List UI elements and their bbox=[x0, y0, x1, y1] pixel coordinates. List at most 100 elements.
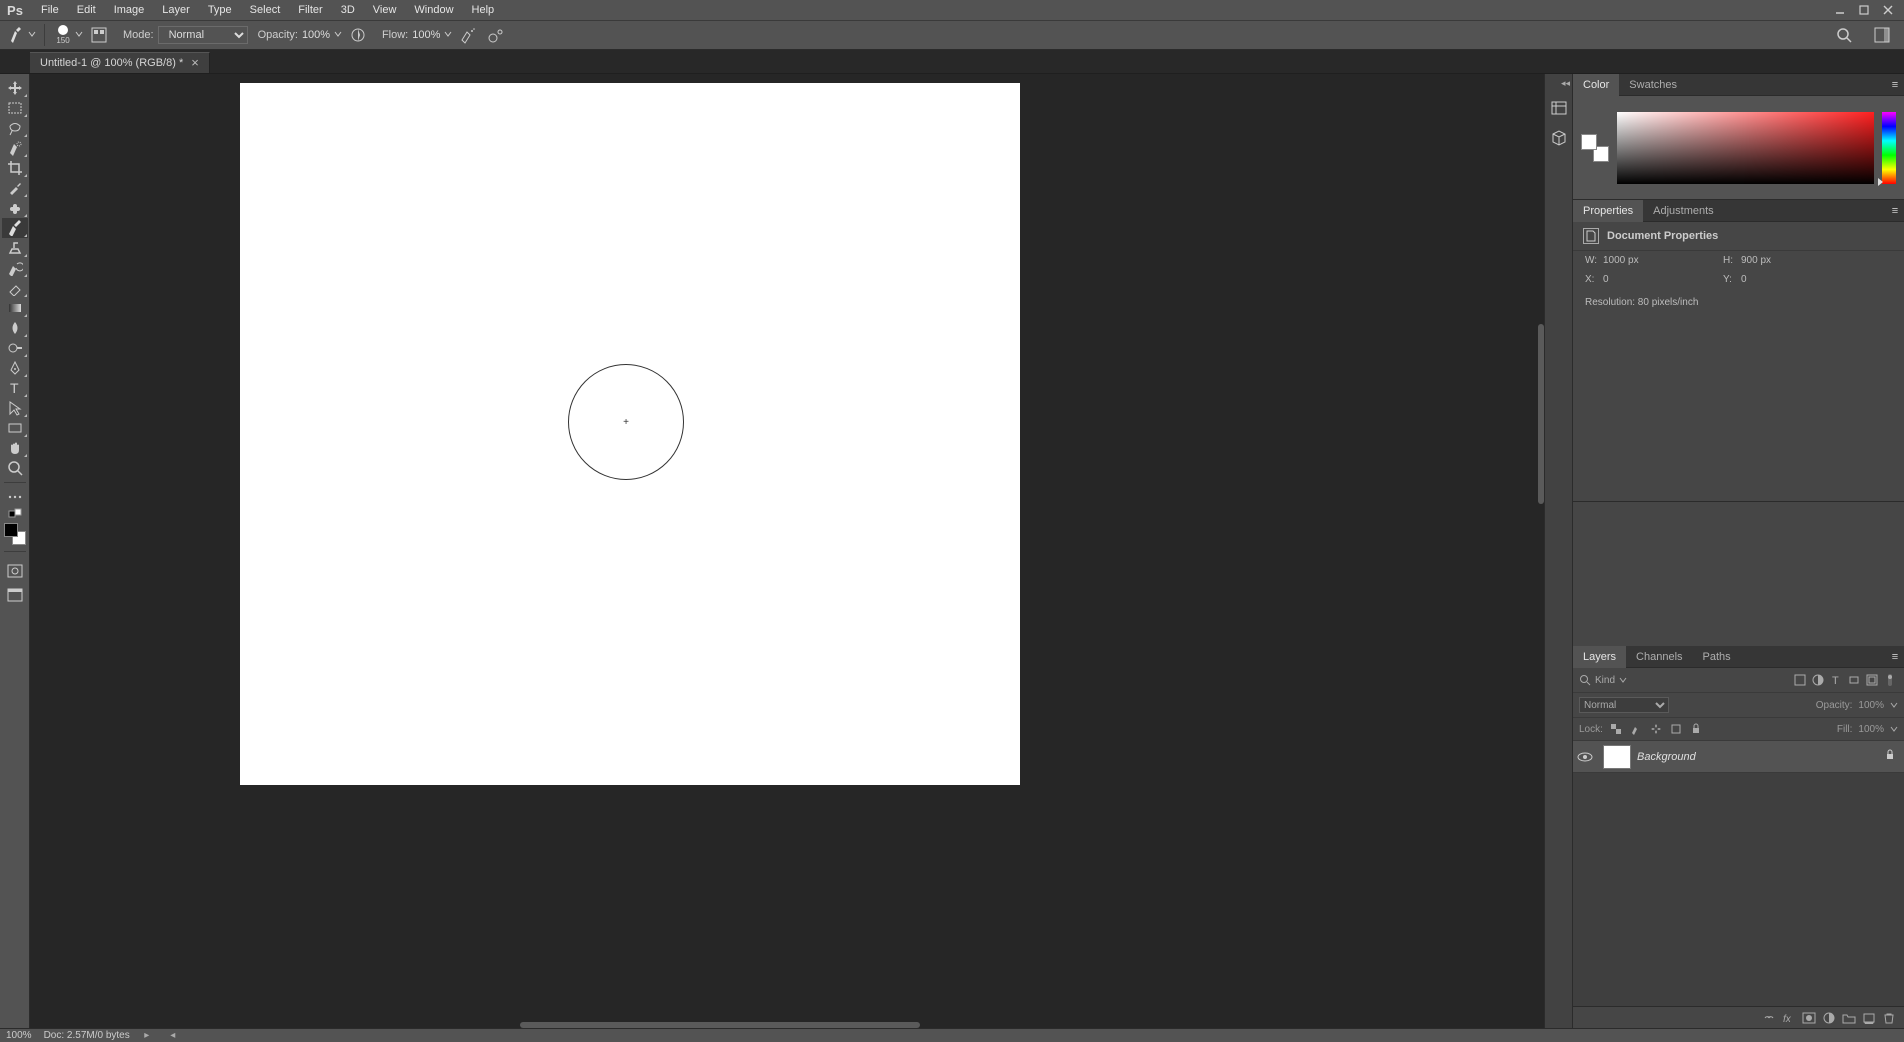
layer-blend-mode-select[interactable]: Normal bbox=[1579, 697, 1669, 713]
rectangular-marquee-tool[interactable] bbox=[2, 98, 28, 118]
new-layer-icon[interactable] bbox=[1860, 1009, 1878, 1027]
layer-opacity-value[interactable]: 100% bbox=[1858, 700, 1884, 711]
layer-row[interactable]: Background bbox=[1573, 741, 1904, 773]
menu-file[interactable]: File bbox=[32, 0, 68, 21]
brush-preset-picker[interactable]: 150 bbox=[51, 23, 75, 47]
menu-view[interactable]: View bbox=[364, 0, 406, 21]
layer-thumbnail[interactable] bbox=[1603, 745, 1631, 769]
status-menu-icon[interactable]: ▸ bbox=[142, 1030, 152, 1041]
dodge-tool[interactable] bbox=[2, 338, 28, 358]
x-value[interactable]: 0 bbox=[1603, 274, 1723, 285]
history-panel-icon[interactable] bbox=[1548, 97, 1570, 119]
pressure-size-icon[interactable] bbox=[486, 25, 506, 45]
default-colors-icon[interactable] bbox=[2, 507, 28, 519]
lock-position-icon[interactable] bbox=[1649, 722, 1663, 736]
canvas-area[interactable] bbox=[30, 74, 1544, 1028]
tab-adjustments[interactable]: Adjustments bbox=[1643, 200, 1724, 222]
hand-tool[interactable] bbox=[2, 438, 28, 458]
menu-layer[interactable]: Layer bbox=[153, 0, 199, 21]
clone-stamp-tool[interactable] bbox=[2, 238, 28, 258]
menu-type[interactable]: Type bbox=[199, 0, 241, 21]
pressure-opacity-icon[interactable] bbox=[348, 25, 368, 45]
opacity-value[interactable]: 100% bbox=[302, 29, 334, 41]
scroll-left-icon[interactable]: ◂ bbox=[168, 1030, 178, 1041]
foreground-background-colors[interactable] bbox=[2, 521, 28, 547]
tab-swatches[interactable]: Swatches bbox=[1619, 74, 1687, 96]
doc-size[interactable]: Doc: 2.57M/0 bytes bbox=[44, 1030, 130, 1041]
move-tool[interactable] bbox=[2, 78, 28, 98]
brush-panel-toggle-icon[interactable] bbox=[89, 25, 109, 45]
panel-menu-icon[interactable]: ≡ bbox=[1886, 79, 1904, 91]
color-field[interactable] bbox=[1617, 112, 1874, 184]
brush-tool[interactable] bbox=[2, 218, 28, 238]
menu-edit[interactable]: Edit bbox=[68, 0, 105, 21]
width-value[interactable]: 1000 px bbox=[1603, 255, 1723, 266]
menu-image[interactable]: Image bbox=[105, 0, 154, 21]
libraries-panel-icon[interactable] bbox=[1548, 127, 1570, 149]
layer-style-icon[interactable]: fx bbox=[1780, 1009, 1798, 1027]
layer-lock-icon[interactable] bbox=[1884, 749, 1896, 764]
airbrush-icon[interactable] bbox=[458, 25, 478, 45]
quick-mask-icon[interactable] bbox=[4, 562, 26, 580]
lock-all-icon[interactable] bbox=[1689, 722, 1703, 736]
lock-artboard-icon[interactable] bbox=[1669, 722, 1683, 736]
filter-type-icon[interactable]: T bbox=[1828, 672, 1844, 688]
window-minimize-icon[interactable] bbox=[1828, 0, 1852, 21]
layer-visibility-icon[interactable] bbox=[1573, 751, 1597, 763]
fill-value[interactable]: 100% bbox=[1858, 724, 1884, 735]
menu-3d[interactable]: 3D bbox=[332, 0, 364, 21]
filter-pixel-icon[interactable] bbox=[1792, 672, 1808, 688]
tab-paths[interactable]: Paths bbox=[1693, 646, 1741, 668]
window-maximize-icon[interactable] bbox=[1852, 0, 1876, 21]
panel-menu-icon[interactable]: ≡ bbox=[1886, 651, 1904, 663]
color-foreground-background[interactable] bbox=[1581, 134, 1609, 162]
link-layers-icon[interactable] bbox=[1760, 1009, 1778, 1027]
delete-layer-icon[interactable] bbox=[1880, 1009, 1898, 1027]
chevron-down-icon[interactable] bbox=[1890, 725, 1898, 733]
lock-transparency-icon[interactable] bbox=[1609, 722, 1623, 736]
tab-properties[interactable]: Properties bbox=[1573, 200, 1643, 222]
tool-preset-picker[interactable] bbox=[8, 26, 38, 44]
spot-healing-tool[interactable] bbox=[2, 198, 28, 218]
tab-color[interactable]: Color bbox=[1573, 74, 1619, 96]
layer-filter-kind[interactable]: Kind bbox=[1579, 674, 1627, 686]
filter-adjustment-icon[interactable] bbox=[1810, 672, 1826, 688]
y-value[interactable]: 0 bbox=[1741, 274, 1861, 285]
history-brush-tool[interactable] bbox=[2, 258, 28, 278]
screen-mode-icon[interactable] bbox=[4, 586, 26, 604]
menu-help[interactable]: Help bbox=[463, 0, 504, 21]
lock-image-icon[interactable] bbox=[1629, 722, 1643, 736]
filter-toggle-icon[interactable] bbox=[1882, 672, 1898, 688]
add-mask-icon[interactable] bbox=[1800, 1009, 1818, 1027]
tab-channels[interactable]: Channels bbox=[1626, 646, 1692, 668]
edit-toolbar-icon[interactable] bbox=[2, 487, 28, 507]
lasso-tool[interactable] bbox=[2, 118, 28, 138]
new-adjustment-layer-icon[interactable] bbox=[1820, 1009, 1838, 1027]
tab-layers[interactable]: Layers bbox=[1573, 646, 1626, 668]
path-selection-tool[interactable] bbox=[2, 398, 28, 418]
crop-tool[interactable] bbox=[2, 158, 28, 178]
blur-tool[interactable] bbox=[2, 318, 28, 338]
filter-smart-icon[interactable] bbox=[1864, 672, 1880, 688]
expand-panels-icon[interactable]: ◂◂ bbox=[1561, 78, 1572, 89]
menu-select[interactable]: Select bbox=[241, 0, 290, 21]
rectangle-tool[interactable] bbox=[2, 418, 28, 438]
filter-shape-icon[interactable] bbox=[1846, 672, 1862, 688]
type-tool[interactable]: T bbox=[2, 378, 28, 398]
window-close-icon[interactable] bbox=[1876, 0, 1900, 21]
chevron-down-icon[interactable] bbox=[444, 30, 454, 40]
pen-tool[interactable] bbox=[2, 358, 28, 378]
quick-selection-tool[interactable] bbox=[2, 138, 28, 158]
panel-menu-icon[interactable]: ≡ bbox=[1886, 205, 1904, 217]
menu-window[interactable]: Window bbox=[405, 0, 462, 21]
blend-mode-select[interactable]: Normal bbox=[158, 26, 248, 44]
layer-name[interactable]: Background bbox=[1637, 751, 1696, 763]
gradient-tool[interactable] bbox=[2, 298, 28, 318]
chevron-down-icon[interactable] bbox=[75, 30, 85, 40]
vertical-scrollbar[interactable] bbox=[1538, 74, 1544, 1028]
new-group-icon[interactable] bbox=[1840, 1009, 1858, 1027]
flow-value[interactable]: 100% bbox=[412, 29, 444, 41]
height-value[interactable]: 900 px bbox=[1741, 255, 1861, 266]
chevron-down-icon[interactable] bbox=[1890, 701, 1898, 709]
eraser-tool[interactable] bbox=[2, 278, 28, 298]
